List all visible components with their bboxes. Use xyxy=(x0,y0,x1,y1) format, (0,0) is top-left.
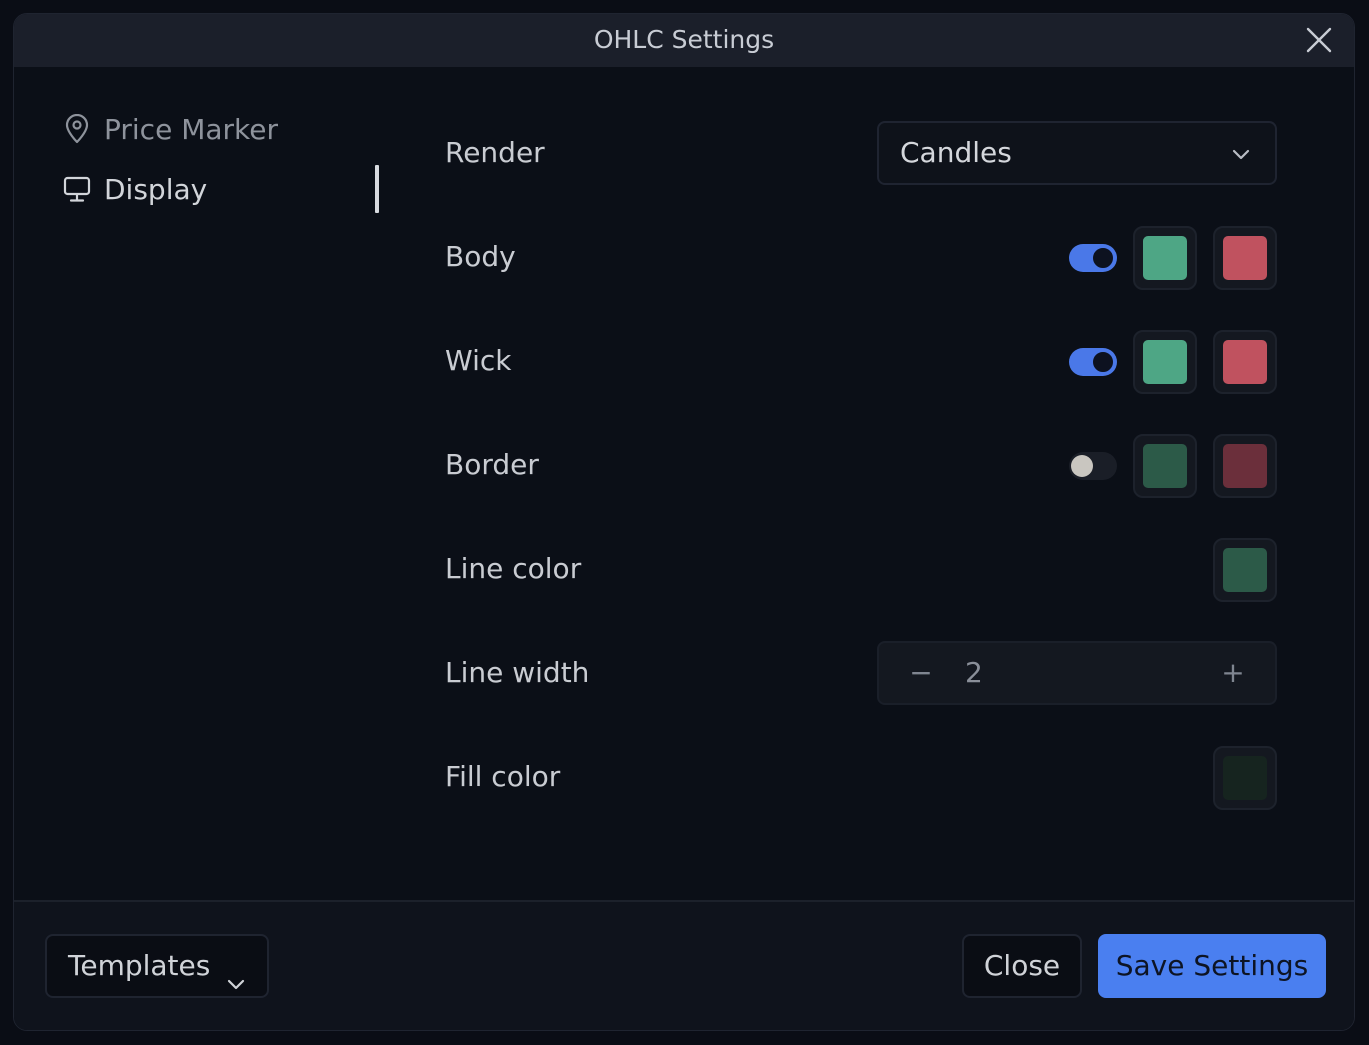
render-select-value: Candles xyxy=(900,136,1012,169)
increment-button[interactable]: + xyxy=(1213,655,1253,691)
color-fill xyxy=(1143,340,1187,384)
chevron-down-icon xyxy=(225,956,247,990)
settings-dialog: OHLC Settings Price Marker Display Rende… xyxy=(13,13,1355,1031)
color-fill xyxy=(1223,548,1267,592)
body-label: Body xyxy=(445,240,516,273)
color-fill xyxy=(1223,340,1267,384)
border-up-color-swatch[interactable] xyxy=(1133,434,1197,498)
wick-toggle[interactable] xyxy=(1069,348,1117,376)
dialog-title: OHLC Settings xyxy=(593,25,775,54)
body-up-color-swatch[interactable] xyxy=(1133,226,1197,290)
map-pin-icon xyxy=(62,114,92,144)
fill-color-swatch[interactable] xyxy=(1213,746,1277,810)
dialog-footer: Templates Close Save Settings xyxy=(14,900,1354,1030)
wick-down-color-swatch[interactable] xyxy=(1213,330,1277,394)
save-settings-button[interactable]: Save Settings xyxy=(1098,934,1326,998)
active-tab-indicator xyxy=(375,165,379,213)
color-fill xyxy=(1223,444,1267,488)
color-fill xyxy=(1143,444,1187,488)
decrement-button[interactable]: − xyxy=(901,655,941,691)
close-icon[interactable] xyxy=(1304,25,1334,55)
close-button[interactable]: Close xyxy=(962,934,1082,998)
render-select[interactable]: Candles xyxy=(877,121,1277,185)
dialog-titlebar: OHLC Settings xyxy=(14,14,1354,67)
wick-up-color-swatch[interactable] xyxy=(1133,330,1197,394)
border-label: Border xyxy=(445,448,539,481)
sidebar-item-price-marker[interactable]: Price Marker xyxy=(62,109,278,149)
chevron-down-icon xyxy=(1229,142,1253,166)
color-fill xyxy=(1223,236,1267,280)
templates-button[interactable]: Templates xyxy=(45,934,269,998)
color-fill xyxy=(1143,236,1187,280)
line-width-stepper[interactable]: − 2 + xyxy=(877,641,1277,705)
line-width-label: Line width xyxy=(445,656,590,689)
border-toggle[interactable] xyxy=(1069,452,1117,480)
body-down-color-swatch[interactable] xyxy=(1213,226,1277,290)
monitor-icon xyxy=(62,174,92,204)
color-fill xyxy=(1223,756,1267,800)
sidebar-item-label: Price Marker xyxy=(104,112,278,146)
fill-color-label: Fill color xyxy=(445,760,561,793)
line-color-label: Line color xyxy=(445,552,582,585)
line-width-value[interactable]: 2 xyxy=(965,643,983,703)
body-toggle[interactable] xyxy=(1069,244,1117,272)
line-color-swatch[interactable] xyxy=(1213,538,1277,602)
sidebar-item-label: Display xyxy=(104,172,208,206)
render-label: Render xyxy=(445,136,545,169)
sidebar-item-display[interactable]: Display xyxy=(62,169,207,209)
border-down-color-swatch[interactable] xyxy=(1213,434,1277,498)
templates-label: Templates xyxy=(68,949,211,982)
wick-label: Wick xyxy=(445,344,512,377)
